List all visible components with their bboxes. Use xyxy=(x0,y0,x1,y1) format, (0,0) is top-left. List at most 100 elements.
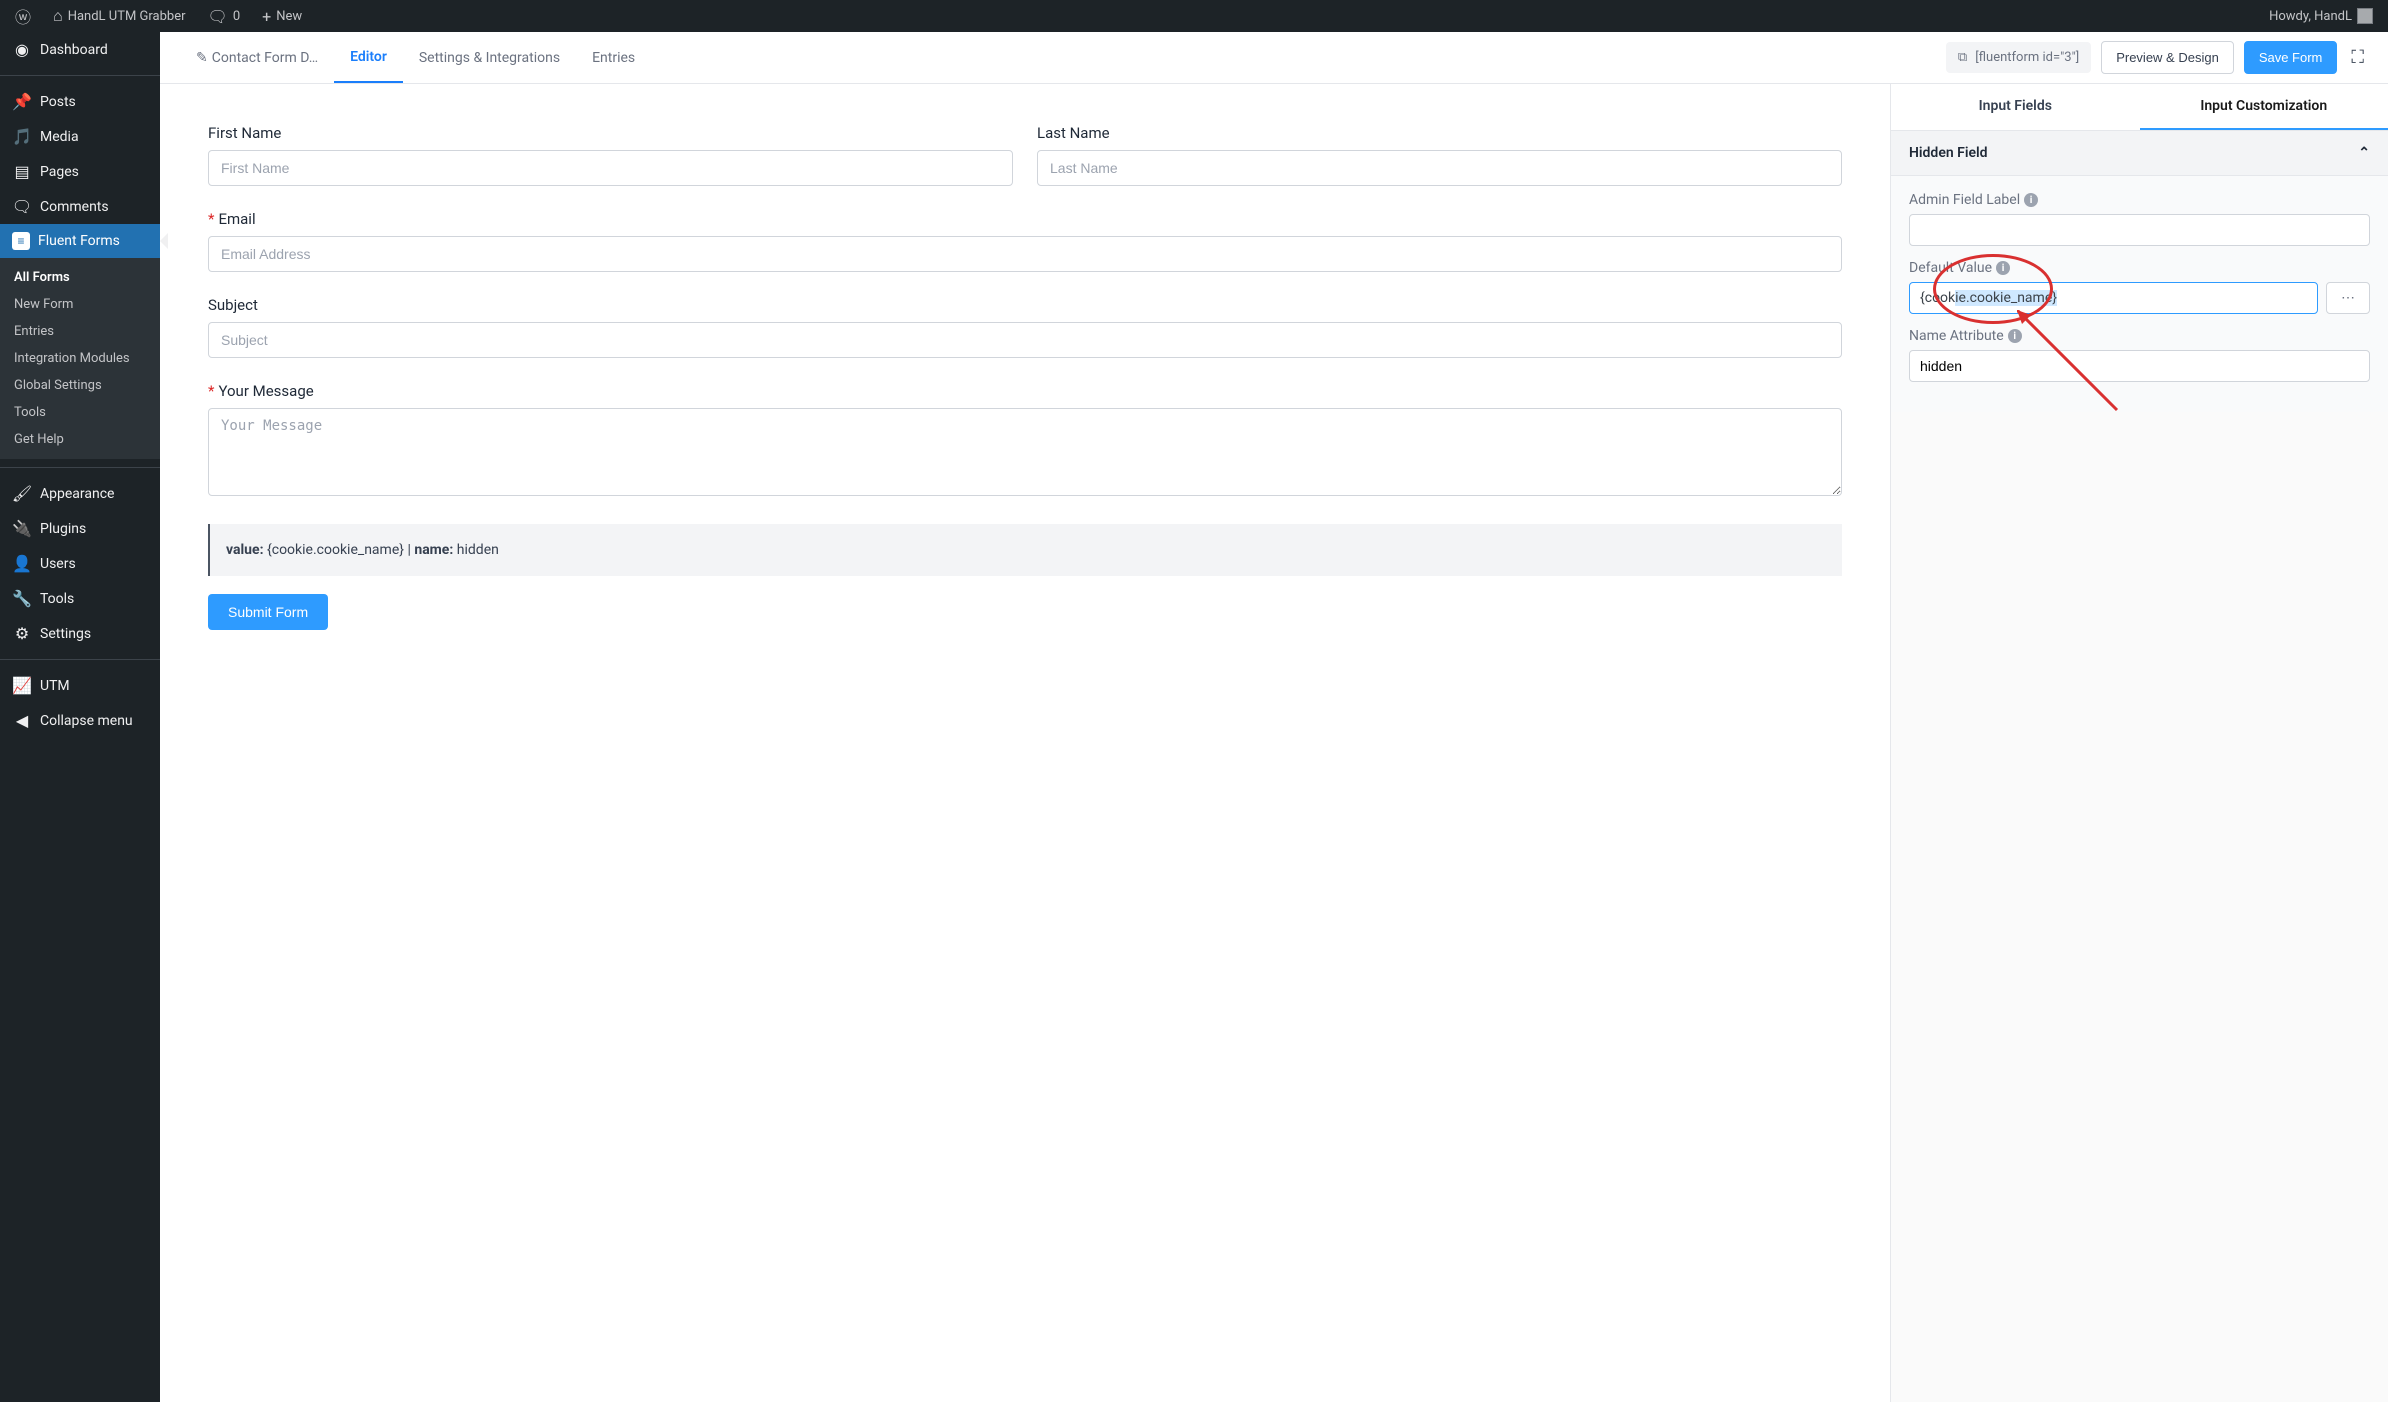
subject-row: Subject xyxy=(208,296,1842,358)
main-content: ✎ Contact Form D… Editor Settings & Inte… xyxy=(160,32,2388,1402)
subject-input[interactable] xyxy=(208,322,1842,358)
comments-icon: 🗨 xyxy=(12,197,32,216)
menu-label: Pages xyxy=(40,164,79,180)
menu-settings[interactable]: ⚙ Settings xyxy=(0,616,160,651)
collapse-icon: ◀ xyxy=(12,711,32,730)
email-input[interactable] xyxy=(208,236,1842,272)
menu-label: Posts xyxy=(40,94,76,110)
menu-posts[interactable]: 📌 Posts xyxy=(0,84,160,119)
panel-section-body: Admin Field Label i Default Value i {coo… xyxy=(1891,176,2388,412)
submenu-get-help[interactable]: Get Help xyxy=(0,426,160,453)
name-attr-input[interactable] xyxy=(1909,350,2370,382)
message-label: *Your Message xyxy=(208,382,1842,400)
panel-section-header[interactable]: Hidden Field ⌃ xyxy=(1891,131,2388,176)
name-attr-label: Name Attribute i xyxy=(1909,328,2370,344)
tab-settings-integrations[interactable]: Settings & Integrations xyxy=(403,32,576,83)
submenu-all-forms[interactable]: All Forms xyxy=(0,264,160,291)
menu-label: Plugins xyxy=(40,521,86,537)
site-title: HandL UTM Grabber xyxy=(68,9,186,24)
first-name-input[interactable] xyxy=(208,150,1013,186)
required-star: * xyxy=(208,382,214,400)
menu-appearance[interactable]: 🖌 Appearance xyxy=(0,476,160,511)
wp-logo[interactable]: ⓦ xyxy=(8,0,38,32)
howdy-link[interactable]: Howdy, HandL xyxy=(2262,0,2380,32)
admin-field-label-label: Admin Field Label i xyxy=(1909,192,2370,208)
submenu-new-form[interactable]: New Form xyxy=(0,291,160,318)
shortcode-box[interactable]: ⧉ [fluentform id="3"] xyxy=(1946,42,2091,73)
chevron-up-icon: ⌃ xyxy=(2358,145,2370,161)
menu-fluent-forms[interactable]: ≡ Fluent Forms xyxy=(0,224,160,258)
plug-icon: 🔌 xyxy=(12,519,32,538)
tab-entries[interactable]: Entries xyxy=(576,32,651,83)
message-col: *Your Message xyxy=(208,382,1842,500)
chart-icon: 📈 xyxy=(12,676,32,695)
submenu-global-settings[interactable]: Global Settings xyxy=(0,372,160,399)
site-link[interactable]: ⌂ HandL UTM Grabber xyxy=(46,0,193,32)
more-options-button[interactable]: ⋯ xyxy=(2326,282,2370,314)
preview-design-button[interactable]: Preview & Design xyxy=(2101,41,2234,74)
editor-body: First Name Last Name *Email xyxy=(160,84,2388,1402)
menu-label: Comments xyxy=(40,199,109,215)
media-icon: 🎵 xyxy=(12,127,32,146)
last-name-col: Last Name xyxy=(1037,124,1842,186)
menu-plugins[interactable]: 🔌 Plugins xyxy=(0,511,160,546)
menu-comments[interactable]: 🗨 Comments xyxy=(0,189,160,224)
label-text: Admin Field Label xyxy=(1909,192,2020,208)
menu-separator xyxy=(0,467,160,468)
sliders-icon: ⚙ xyxy=(12,624,32,643)
new-content-link[interactable]: + New xyxy=(255,0,309,32)
tab-editor[interactable]: Editor xyxy=(334,32,403,83)
fluent-forms-icon: ≡ xyxy=(12,232,30,250)
menu-pages[interactable]: ▤ Pages xyxy=(0,154,160,189)
comments-count: 0 xyxy=(233,9,240,24)
submenu-tools[interactable]: Tools xyxy=(0,399,160,426)
menu-label: Dashboard xyxy=(40,42,108,58)
info-icon[interactable]: i xyxy=(2024,193,2038,207)
name-row: First Name Last Name xyxy=(208,124,1842,186)
first-name-col: First Name xyxy=(208,124,1013,186)
menu-label: Fluent Forms xyxy=(38,233,120,249)
menu-dashboard[interactable]: ◉ Dashboard xyxy=(0,32,160,67)
hidden-field-box[interactable]: value: {cookie.cookie_name} | name: hidd… xyxy=(208,524,1842,576)
submenu-entries[interactable]: Entries xyxy=(0,318,160,345)
wp-logo-icon: ⓦ xyxy=(15,4,31,28)
menu-media[interactable]: 🎵 Media xyxy=(0,119,160,154)
breadcrumb-text: Contact Form D… xyxy=(212,50,318,66)
expand-icon[interactable]: ⛶ xyxy=(2347,43,2368,72)
comment-icon: 🗨 xyxy=(208,7,228,26)
hidden-name-label: name: xyxy=(414,542,453,558)
tab-input-customization[interactable]: Input Customization xyxy=(2140,84,2388,130)
user-icon: 👤 xyxy=(12,554,32,573)
menu-utm[interactable]: 📈 UTM xyxy=(0,668,160,703)
submenu-integration-modules[interactable]: Integration Modules xyxy=(0,345,160,372)
message-label-text: Your Message xyxy=(218,382,313,400)
menu-separator xyxy=(0,659,160,660)
submit-form-button[interactable]: Submit Form xyxy=(208,594,328,630)
hidden-value-label: value: xyxy=(226,542,264,558)
default-value-input[interactable]: {cookie.cookie_name} xyxy=(1909,282,2318,314)
breadcrumb-form-name[interactable]: ✎ Contact Form D… xyxy=(180,32,334,83)
topbar-left: ✎ Contact Form D… Editor Settings & Inte… xyxy=(180,32,651,83)
message-textarea[interactable] xyxy=(208,408,1842,496)
save-form-button[interactable]: Save Form xyxy=(2244,41,2338,74)
subject-col: Subject xyxy=(208,296,1842,358)
admin-field-label-input[interactable] xyxy=(1909,214,2370,246)
last-name-label: Last Name xyxy=(1037,124,1842,142)
info-icon[interactable]: i xyxy=(1996,261,2010,275)
menu-collapse[interactable]: ◀ Collapse menu xyxy=(0,703,160,738)
menu-users[interactable]: 👤 Users xyxy=(0,546,160,581)
menu-label: Appearance xyxy=(40,486,114,502)
comments-link[interactable]: 🗨 0 xyxy=(201,0,248,32)
panel-tabs: Input Fields Input Customization xyxy=(1891,84,2388,131)
menu-tools[interactable]: 🔧 Tools xyxy=(0,581,160,616)
subject-label: Subject xyxy=(208,296,1842,314)
tab-input-fields[interactable]: Input Fields xyxy=(1891,84,2140,130)
default-value-row: {cookie.cookie_name} ⋯ xyxy=(1909,282,2370,314)
home-icon: ⌂ xyxy=(53,6,63,26)
avatar xyxy=(2357,8,2373,24)
info-icon[interactable]: i xyxy=(2008,329,2022,343)
fluent-forms-submenu: All Forms New Form Entries Integration M… xyxy=(0,258,160,459)
last-name-input[interactable] xyxy=(1037,150,1842,186)
dashboard-icon: ◉ xyxy=(12,40,32,59)
hidden-value-text: {cookie.cookie_name} | xyxy=(264,542,415,558)
